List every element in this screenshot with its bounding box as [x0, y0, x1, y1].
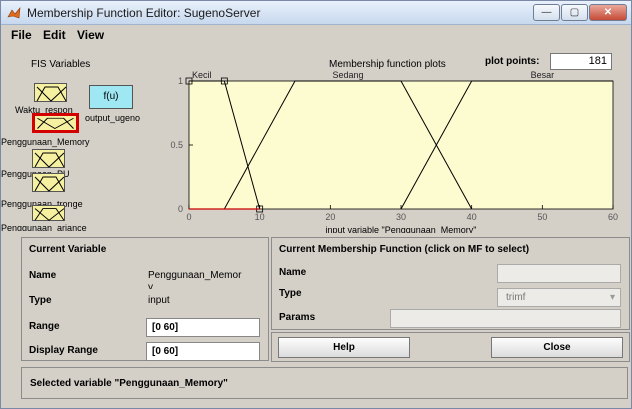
chevron-down-icon: ▾: [609, 292, 615, 303]
mf-label-kecil: Kecil: [192, 70, 212, 80]
current-variable-title: Current Variable: [29, 244, 107, 255]
var-type-value: input: [148, 295, 170, 306]
input-var-label-2: Penggunaan_Memory: [1, 137, 90, 147]
current-mf-panel: Current Membership Function (click on MF…: [271, 237, 630, 330]
mf-type-label: Type: [279, 288, 302, 299]
maximize-button[interactable]: ▢: [561, 4, 588, 21]
status-text: Selected variable "Penggunaan_Memory": [30, 378, 228, 389]
display-range-input[interactable]: [0 60]: [146, 342, 260, 361]
input-mf-box-5[interactable]: [32, 205, 65, 221]
x-tick-label-1: 10: [255, 212, 265, 222]
mf-editor-window: Membership Function Editor: SugenoServer…: [0, 0, 632, 409]
mf-type-select[interactable]: trimf ▾: [497, 288, 621, 307]
mf-glyph-icon: [34, 152, 65, 168]
display-range-label: Display Range: [29, 345, 98, 356]
output-mf-box[interactable]: f(u): [89, 85, 133, 109]
menu-bar: File Edit View: [1, 25, 631, 45]
var-name-value: Penggunaan_Memor: [148, 270, 242, 281]
x-tick-label-0: 0: [186, 212, 191, 222]
plot-area: [188, 80, 614, 210]
mf-glyph-icon: [34, 176, 65, 192]
matlab-logo-icon: [7, 7, 21, 19]
minimize-button[interactable]: —: [533, 4, 560, 21]
x-tick-label-4: 40: [467, 212, 477, 222]
x-axis-label: input variable "Penggunaan_Memory": [326, 225, 477, 233]
mf-type-value: trimf: [506, 292, 526, 303]
mf-glyph-icon: [34, 208, 65, 221]
input-mf-box-3[interactable]: [32, 149, 65, 168]
input-mf-box-1[interactable]: [34, 83, 67, 102]
mf-label-sedang: Sedang: [332, 70, 363, 80]
input-mf-box-4[interactable]: [32, 173, 65, 192]
menu-view[interactable]: View: [77, 28, 104, 42]
var-name-value-wrap: y: [148, 282, 153, 289]
plot-points-label: plot points:: [485, 56, 540, 67]
y-tick-label-0: 0: [178, 204, 183, 214]
current-mf-title: Current Membership Function (click on MF…: [279, 244, 530, 255]
var-name-label: Name: [29, 270, 57, 281]
fis-area: FIS Variables f(u) Waktu_respon output_u…: [1, 45, 631, 233]
fis-variables-label: FIS Variables: [31, 59, 91, 70]
buttons-panel: Help Close: [271, 332, 630, 362]
mf-params-label: Params: [279, 312, 316, 323]
mf-params-input[interactable]: [390, 309, 621, 328]
current-variable-panel: Current Variable Name Penggunaan_Memor y…: [21, 237, 269, 361]
x-tick-label-2: 20: [325, 212, 335, 222]
var-type-label: Type: [29, 295, 52, 306]
mf-label-besar: Besar: [531, 70, 555, 80]
close-window-button[interactable]: ✕: [589, 4, 627, 21]
close-button[interactable]: Close: [491, 337, 623, 358]
range-label: Range: [29, 321, 60, 332]
x-tick-label-6: 60: [608, 212, 618, 222]
status-bar: Selected variable "Penggunaan_Memory": [21, 367, 628, 399]
output-var-label: output_ugeno: [85, 113, 141, 123]
membership-function-plot[interactable]: 0 10 20 30 40 50 60 0 0.5 1 input variable "Penggu…: [159, 69, 629, 233]
input-var-label-5: Penggunaan_ariance: [1, 223, 87, 231]
x-tick-label-5: 50: [537, 212, 547, 222]
range-input[interactable]: [0 60]: [146, 318, 260, 337]
x-tick-label-3: 30: [396, 212, 406, 222]
help-button[interactable]: Help: [278, 337, 410, 358]
window-title: Membership Function Editor: SugenoServer: [27, 6, 261, 20]
menu-file[interactable]: File: [11, 28, 32, 42]
mf-name-input[interactable]: [497, 264, 621, 283]
mf-glyph-icon: [36, 117, 75, 130]
input-mf-box-2-selected[interactable]: [32, 113, 79, 133]
y-tick-label-1: 0.5: [170, 140, 183, 150]
title-bar: Membership Function Editor: SugenoServer…: [1, 1, 631, 25]
mf-name-label: Name: [279, 267, 307, 278]
plot-points-input[interactable]: 181: [550, 53, 612, 70]
mf-glyph-icon: [36, 86, 67, 102]
menu-edit[interactable]: Edit: [43, 28, 66, 42]
y-tick-label-2: 1: [178, 76, 183, 86]
